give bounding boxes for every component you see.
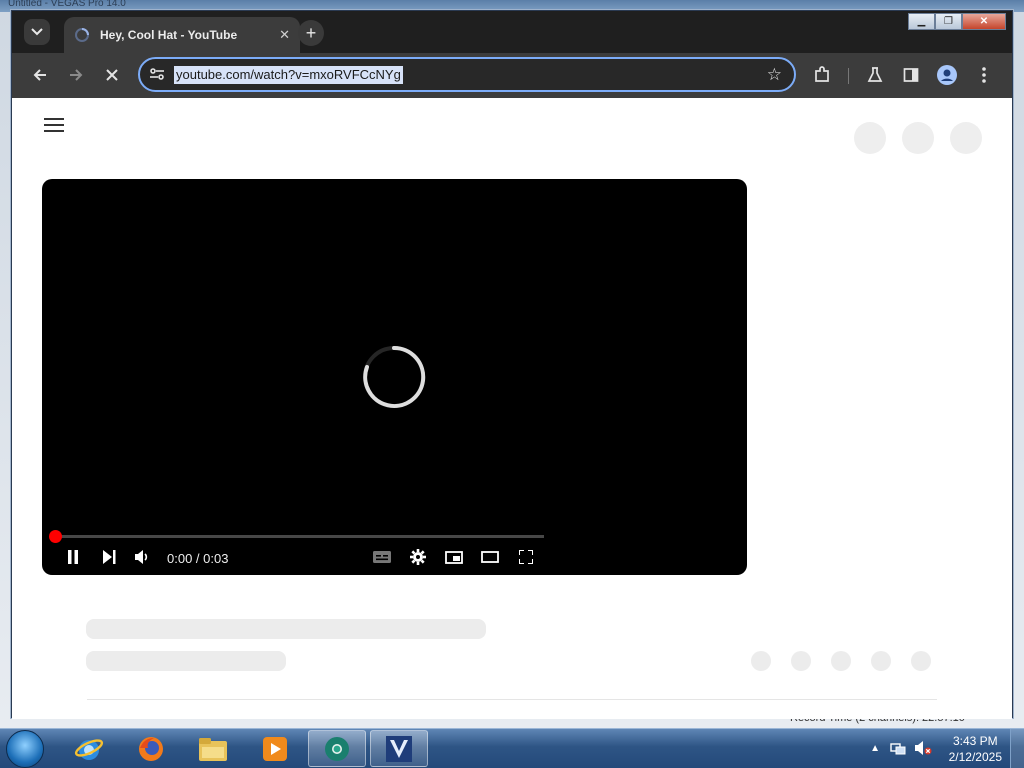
pause-icon[interactable] — [64, 548, 82, 566]
placeholder-dot — [911, 651, 931, 671]
network-icon[interactable] — [890, 740, 906, 761]
clock[interactable]: 3:43 PM 2/12/2025 — [949, 733, 1002, 765]
hamburger-menu-icon[interactable] — [44, 118, 64, 134]
labs-flask-icon[interactable] — [865, 65, 885, 85]
tray-overflow-icon[interactable]: ▲ — [870, 743, 880, 754]
browser-window: Hey, Cool Hat - YouTube ✕ + ▁ ❐ ✕ youtub… — [11, 10, 1013, 719]
clock-time: 3:43 PM — [952, 734, 998, 748]
chrome-icon[interactable] — [308, 730, 366, 767]
progress-bar[interactable] — [49, 530, 544, 543]
window-controls: ▁ ❐ ✕ — [908, 13, 1006, 30]
taskbar: ▲ 3:43 PM 2/12/2025 — [0, 728, 1024, 768]
settings-icon[interactable] — [408, 548, 428, 566]
chevron-down-icon — [31, 28, 43, 36]
placeholder-circle — [950, 122, 982, 154]
url-text[interactable]: youtube.com/watch?v=mxoRVFCcNYg — [174, 66, 403, 84]
background-window-title: Untitled - VEGAS Pro 14.0 — [8, 0, 126, 9]
loading-spinner-icon — [363, 345, 426, 408]
bookmark-star-icon[interactable]: ☆ — [767, 65, 782, 85]
stop-icon[interactable] — [102, 65, 122, 85]
profile-icon[interactable] — [937, 65, 957, 85]
minimize-button[interactable]: ▁ — [908, 13, 935, 30]
volume-icon[interactable] — [134, 548, 152, 566]
tab-close-icon[interactable]: ✕ — [279, 27, 290, 43]
browser-toolbar: youtube.com/watch?v=mxoRVFCcNYg ☆ — [12, 53, 1012, 98]
clock-date: 2/12/2025 — [948, 750, 1002, 764]
forward-icon[interactable] — [66, 65, 86, 85]
tab-youtube[interactable]: Hey, Cool Hat - YouTube ✕ — [64, 17, 300, 53]
placeholder-divider — [87, 699, 937, 700]
youtube-page: 0:00 / 0:03 — [12, 98, 1012, 719]
loading-spinner-icon — [75, 28, 89, 42]
placeholder-subtitle-bar — [86, 651, 286, 671]
placeholder-dot — [871, 651, 891, 671]
time-display: 0:00 / 0:03 — [167, 551, 229, 566]
show-desktop-button[interactable] — [1010, 729, 1024, 768]
extensions-icon[interactable] — [812, 65, 832, 85]
next-icon[interactable] — [100, 548, 118, 566]
tab-title: Hey, Cool Hat - YouTube — [100, 28, 238, 42]
progress-scrubber[interactable] — [49, 530, 62, 543]
placeholder-title-bar — [86, 619, 486, 639]
placeholder-dot — [791, 651, 811, 671]
theater-mode-icon[interactable] — [480, 548, 500, 566]
miniplayer-icon[interactable] — [444, 548, 464, 566]
vegas-pro-icon[interactable] — [370, 730, 428, 767]
back-icon[interactable] — [30, 65, 50, 85]
subtitles-icon[interactable] — [372, 548, 392, 566]
start-button[interactable] — [6, 730, 44, 768]
placeholder-dot — [751, 651, 771, 671]
menu-icon[interactable] — [974, 65, 994, 85]
site-info-icon[interactable] — [148, 66, 168, 84]
restore-button[interactable]: ❐ — [935, 13, 962, 30]
placeholder-dot — [831, 651, 851, 671]
toolbar-divider — [848, 68, 849, 84]
file-explorer-icon[interactable] — [184, 730, 242, 767]
side-panel-icon[interactable] — [901, 65, 921, 85]
fullscreen-icon[interactable] — [516, 548, 536, 566]
address-bar[interactable]: youtube.com/watch?v=mxoRVFCcNYg ☆ — [138, 57, 796, 92]
close-window-button[interactable]: ✕ — [962, 13, 1006, 30]
placeholder-circle — [902, 122, 934, 154]
video-player[interactable]: 0:00 / 0:03 — [42, 179, 747, 575]
tab-search-button[interactable] — [24, 19, 50, 45]
tab-strip: Hey, Cool Hat - YouTube ✕ + ▁ ❐ ✕ — [12, 11, 1012, 53]
new-tab-button[interactable]: + — [298, 20, 324, 46]
placeholder-circle — [854, 122, 886, 154]
internet-explorer-icon[interactable] — [60, 730, 118, 767]
volume-muted-icon[interactable] — [914, 740, 932, 761]
media-player-icon[interactable] — [246, 730, 304, 767]
firefox-icon[interactable] — [122, 730, 180, 767]
